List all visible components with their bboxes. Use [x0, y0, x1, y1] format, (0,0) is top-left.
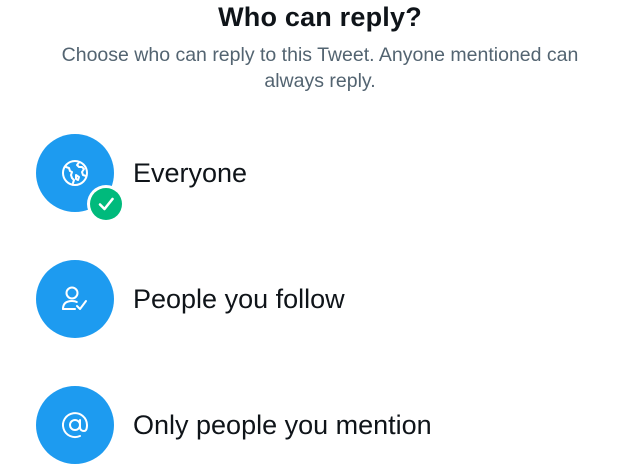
globe-icon: [60, 158, 90, 188]
at-sign-icon: [60, 410, 90, 440]
dialog-subtitle: Choose who can reply to this Tweet. Anyo…: [61, 44, 579, 92]
option-icon-circle: [36, 134, 125, 223]
option-label: Everyone: [133, 157, 248, 188]
option-only-people-you-mention[interactable]: Only people you mention: [36, 386, 626, 464]
option-icon-circle: [36, 260, 114, 338]
option-people-you-follow[interactable]: People you follow: [36, 260, 626, 338]
option-label: People you follow: [133, 283, 345, 314]
reply-settings-sheet: Who can reply? Choose who can reply to t…: [0, 0, 640, 469]
option-icon-circle: [36, 386, 114, 464]
option-everyone[interactable]: Everyone: [36, 134, 626, 223]
option-label: Only people you mention: [133, 409, 432, 440]
selected-check-badge: [87, 185, 125, 223]
dialog-title: Who can reply?: [218, 2, 422, 32]
person-check-icon: [59, 283, 91, 315]
check-icon: [90, 188, 122, 220]
